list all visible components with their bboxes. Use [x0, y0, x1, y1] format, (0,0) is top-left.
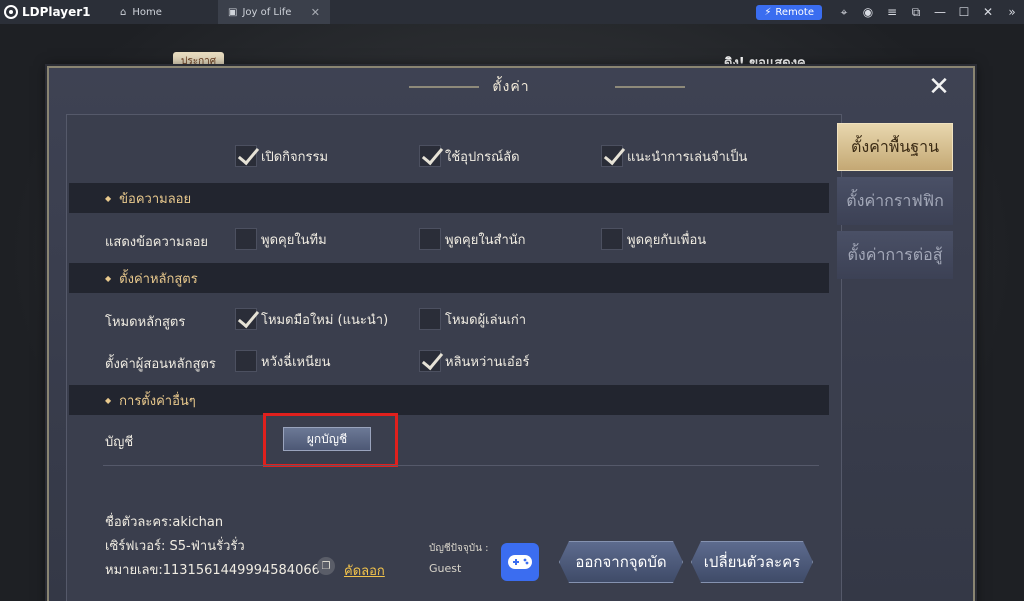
option-label: พูดคุยกับเพื่อน: [627, 232, 707, 248]
server-name: เซิร์ฟเวอร์: S5-ฟ่านรั่วรั่ว: [105, 539, 245, 554]
tab-combat-settings[interactable]: ตั้งค่าการต่อสู้: [837, 231, 953, 279]
option-shortcut-device[interactable]: ใช้อุปกรณ์ลัด: [419, 145, 520, 167]
close-window-icon[interactable]: ✕: [976, 5, 1000, 19]
tab-home[interactable]: ⌂ Home: [108, 0, 218, 24]
checkbox-checked[interactable]: [235, 145, 257, 167]
tab-close-icon[interactable]: ✕: [311, 6, 320, 19]
emulator-titlebar: LDPlayer1 ⌂ Home ▣ Joy of Life ✕ ⚡ Remot…: [0, 0, 1024, 24]
settings-dialog: ตั้งค่า ✕ เปิดกิจกรรม ใช้อุปกรณ์ลัด แนะน…: [47, 66, 975, 601]
game-icon: ▣: [228, 6, 238, 18]
tab-home-label: Home: [132, 6, 162, 18]
home-icon: ⌂: [120, 6, 127, 18]
close-icon: ✕: [928, 72, 950, 102]
section-title: ตั้งค่าหลักสูตร: [119, 271, 198, 287]
option-friend-chat[interactable]: พูดคุยกับเพื่อน: [601, 228, 706, 250]
option-label: หลินหว่านเอ๋อร์: [445, 354, 530, 370]
current-account-value: Guest: [429, 562, 462, 575]
character-name: ชื่อตัวละคร:akichan: [105, 515, 224, 530]
dialog-header: ตั้งค่า: [49, 68, 973, 106]
id-number: หมายเลข:1131561449994584066: [105, 563, 320, 578]
header-ornament-left: [409, 86, 479, 88]
tab-game-label: Joy of Life: [242, 6, 292, 18]
option-label: โหมดมือใหม่ (แนะนำ): [261, 312, 389, 328]
account-type-button[interactable]: [501, 543, 539, 581]
checkbox-unchecked[interactable]: [419, 308, 441, 330]
section-tutorial: ◆ ตั้งค่าหลักสูตร: [69, 263, 829, 293]
remote-label: Remote: [775, 6, 814, 18]
checkbox-unchecked[interactable]: [235, 350, 257, 372]
diamond-icon: ◆: [105, 193, 112, 203]
checkbox-unchecked[interactable]: [601, 228, 623, 250]
app-name: LDPlayer1: [22, 5, 91, 19]
checkbox-checked[interactable]: [601, 145, 623, 167]
option-guild-chat[interactable]: พูดคุยในสำนัก: [419, 228, 526, 250]
diamond-icon: ◆: [105, 395, 112, 405]
game-viewport: ประกาศ ดิง! ขอแสดงค ตั้งค่า ✕ เปิดกิจกรร…: [0, 24, 1024, 601]
section-title: การตั้งค่าอื่นๆ: [119, 393, 196, 409]
account-label: บัญชี: [105, 435, 134, 450]
floating-text-label: แสดงข้อความลอย: [105, 235, 209, 250]
highlight-box: [263, 413, 398, 467]
option-tutor-2[interactable]: หลินหว่านเอ๋อร์: [419, 350, 530, 372]
gamepad-icon[interactable]: ⌖: [832, 5, 856, 20]
option-label: เปิดกิจกรรม: [261, 149, 329, 165]
settings-content: เปิดกิจกรรม ใช้อุปกรณ์ลัด แนะนำการเล่นจำ…: [66, 114, 842, 601]
remote-button[interactable]: ⚡ Remote: [756, 4, 822, 20]
gamepad-icon: [508, 555, 532, 569]
header-ornament-right: [615, 86, 685, 88]
tutorial-mode-label: โหมดหลักสูตร: [105, 315, 186, 330]
option-newbie-mode[interactable]: โหมดมือใหม่ (แนะนำ): [235, 308, 388, 330]
menu-icon[interactable]: ≡: [880, 5, 904, 19]
minimize-icon[interactable]: —: [928, 5, 952, 19]
close-dialog-button[interactable]: ✕: [923, 72, 955, 102]
copy-link[interactable]: คัดลอก: [344, 560, 385, 581]
option-label: พูดคุยในสำนัก: [445, 232, 526, 248]
option-essential-guide[interactable]: แนะนำการเล่นจำเป็น: [601, 145, 747, 167]
checkbox-checked[interactable]: [419, 145, 441, 167]
option-tutor-1[interactable]: หวังฉี่เหนียน: [235, 350, 330, 372]
lightning-icon: ⚡: [764, 6, 772, 18]
option-label: ใช้อุปกรณ์ลัด: [445, 149, 520, 165]
switch-character-button[interactable]: เปลี่ยนตัวละคร: [691, 541, 813, 583]
checkbox-checked[interactable]: [419, 350, 441, 372]
window-restore-icon[interactable]: ⧉: [904, 5, 928, 20]
section-floating-text: ◆ ข้อความลอย: [69, 183, 829, 213]
tab-joy-of-life[interactable]: ▣ Joy of Life ✕: [218, 0, 330, 24]
tab-basic-settings[interactable]: ตั้งค่าพื้นฐาน: [837, 123, 953, 171]
user-icon[interactable]: ◉: [856, 5, 880, 19]
dialog-title: ตั้งค่า: [492, 79, 530, 95]
divider: [103, 465, 819, 466]
ldplayer-logo-icon: [4, 5, 18, 19]
option-label: พูดคุยในทีม: [261, 232, 327, 248]
checkbox-unchecked[interactable]: [235, 228, 257, 250]
option-label: หวังฉี่เหนียน: [261, 354, 331, 370]
logout-button[interactable]: ออกจากจุดบัด: [559, 541, 683, 583]
maximize-icon[interactable]: ☐: [952, 5, 976, 19]
tutor-label: ตั้งค่าผู้สอนหลักสูตร: [105, 357, 216, 372]
copy-icon[interactable]: ❐: [317, 557, 335, 575]
option-open-activity[interactable]: เปิดกิจกรรม: [235, 145, 328, 167]
option-veteran-mode[interactable]: โหมดผู้เล่นเก่า: [419, 308, 526, 330]
current-account-label: บัญชีปัจจุบัน :: [429, 543, 489, 554]
option-label: โหมดผู้เล่นเก่า: [445, 312, 527, 328]
checkbox-unchecked[interactable]: [419, 228, 441, 250]
checkbox-checked[interactable]: [235, 308, 257, 330]
section-other-settings: ◆ การตั้งค่าอื่นๆ: [69, 385, 829, 415]
tab-graphics-settings[interactable]: ตั้งค่ากราฟฟิก: [837, 177, 953, 225]
app-logo: LDPlayer1: [0, 5, 108, 19]
option-team-chat[interactable]: พูดคุยในทีม: [235, 228, 327, 250]
collapse-sidebar-icon[interactable]: »: [1000, 5, 1024, 19]
section-title: ข้อความลอย: [119, 191, 192, 207]
option-label: แนะนำการเล่นจำเป็น: [627, 149, 748, 165]
diamond-icon: ◆: [105, 273, 112, 283]
